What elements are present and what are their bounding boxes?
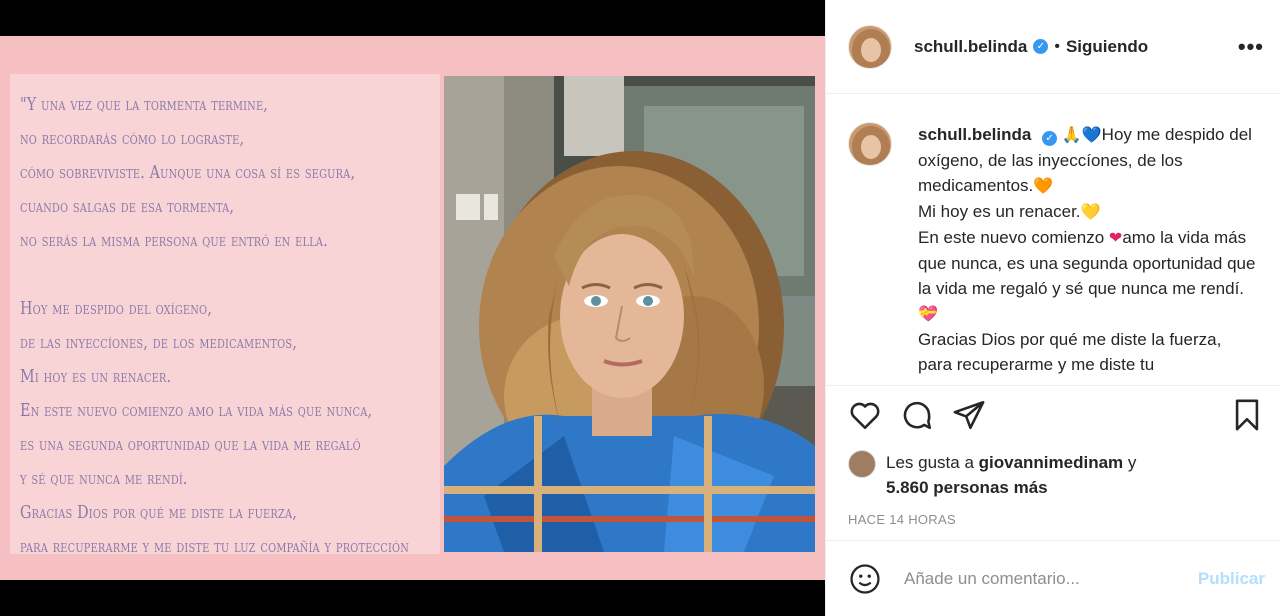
quote-line: Gracias Dios por qué me diste la fuerza, [20,503,297,523]
selfie-photo [444,76,815,552]
publish-button[interactable]: Publicar [1198,569,1265,589]
bookmark-icon[interactable] [1230,398,1266,434]
caption-line-3: En este nuevo comienzo [918,228,1105,247]
quote-line: no serás la misma persona que entró en e… [20,231,328,251]
pray-emoji: 🙏 [1061,127,1082,144]
quote-block-1: "Y una vez que la tormenta termine, no re… [20,88,440,258]
quote-line: de las inyeccíones, de los medicamentos, [20,333,297,353]
red-heart-emoji: ❤ [1108,230,1123,247]
action-bar [826,386,1280,446]
post-header: schull.belinda ✓ • Siguiendo ••• [826,0,1280,94]
author-username[interactable]: schull.belinda [914,37,1027,57]
likes-conj: y [1127,453,1137,472]
quote-line: Mi hoy es un renacer. [20,367,172,387]
comment-bar: Publicar [826,540,1280,616]
liker-username[interactable]: giovannimedinam [979,453,1124,472]
post-timestamp[interactable]: HACE 14 HORAS [826,500,1280,527]
verified-icon: ✓ [1033,39,1049,54]
share-icon[interactable] [952,398,988,434]
quote-line: para recuperarme y me diste tu luz compa… [20,537,410,557]
caption-line-5: Gracias Dios por qué me diste la fuerza,… [918,330,1222,374]
heart-icon[interactable] [848,398,884,434]
heart-ribbon-emoji: 💝 [918,306,938,323]
follow-status-button[interactable]: Siguiendo [1066,37,1148,57]
selfie-illustration [444,76,815,552]
caption-username[interactable]: schull.belinda [918,125,1031,144]
quote-line: Hoy me despido del oxígeno, [20,299,212,319]
quote-line: cómo sobreviviste. Aunque una cosa sí es… [20,163,356,183]
quote-line: cuando salgas de esa tormenta, [20,197,235,217]
quote-line: "Y una vez que la tormenta termine, [20,95,269,115]
caption-section: schull.belinda ✓ 🙏💙Hoy me despido del ox… [826,94,1280,386]
post-media[interactable]: "Y una vez que la tormenta termine, no re… [0,0,825,616]
verified-icon: ✓ [1042,131,1058,146]
post-sidebar: schull.belinda ✓ • Siguiendo ••• schull.… [825,0,1280,616]
quote-card: "Y una vez que la tormenta termine, no re… [10,74,440,557]
author-avatar[interactable] [848,24,892,69]
likes-prefix: Les gusta a [886,453,974,472]
caption-text: schull.belinda ✓ 🙏💙Hoy me despido del ox… [918,122,1258,385]
separator-dot: • [1054,37,1060,55]
quote-line: y sé que nunca me rendí. [20,469,188,489]
likes-summary: Les gusta a giovannimedinam y 5.860 pers… [826,446,1280,500]
likes-count[interactable]: 5.860 personas más [886,478,1048,497]
liker-avatar[interactable] [848,450,876,478]
quote-block-2: Hoy me despido del oxígeno, de las inyecc… [20,292,440,564]
more-options-icon[interactable]: ••• [1238,34,1264,60]
caption-line-2: Mi hoy es un renacer. [918,202,1081,221]
smiley-icon[interactable] [848,562,882,596]
blue-heart-emoji: 💙 [1081,127,1102,144]
yellow-heart-emoji: 💛 [1080,204,1101,221]
quote-line: no recordarás cómo lo lograste, [20,129,245,149]
post-image: "Y una vez que la tormenta termine, no re… [0,36,825,580]
comment-icon[interactable] [900,398,936,434]
quote-line: En este nuevo comienzo amo la vida más q… [20,401,373,421]
caption-author-avatar[interactable] [848,122,892,166]
orange-heart-emoji: 🧡 [1033,178,1054,195]
quote-line: es una segunda oportunidad que la vida m… [20,435,361,455]
comment-input[interactable] [904,568,1164,589]
